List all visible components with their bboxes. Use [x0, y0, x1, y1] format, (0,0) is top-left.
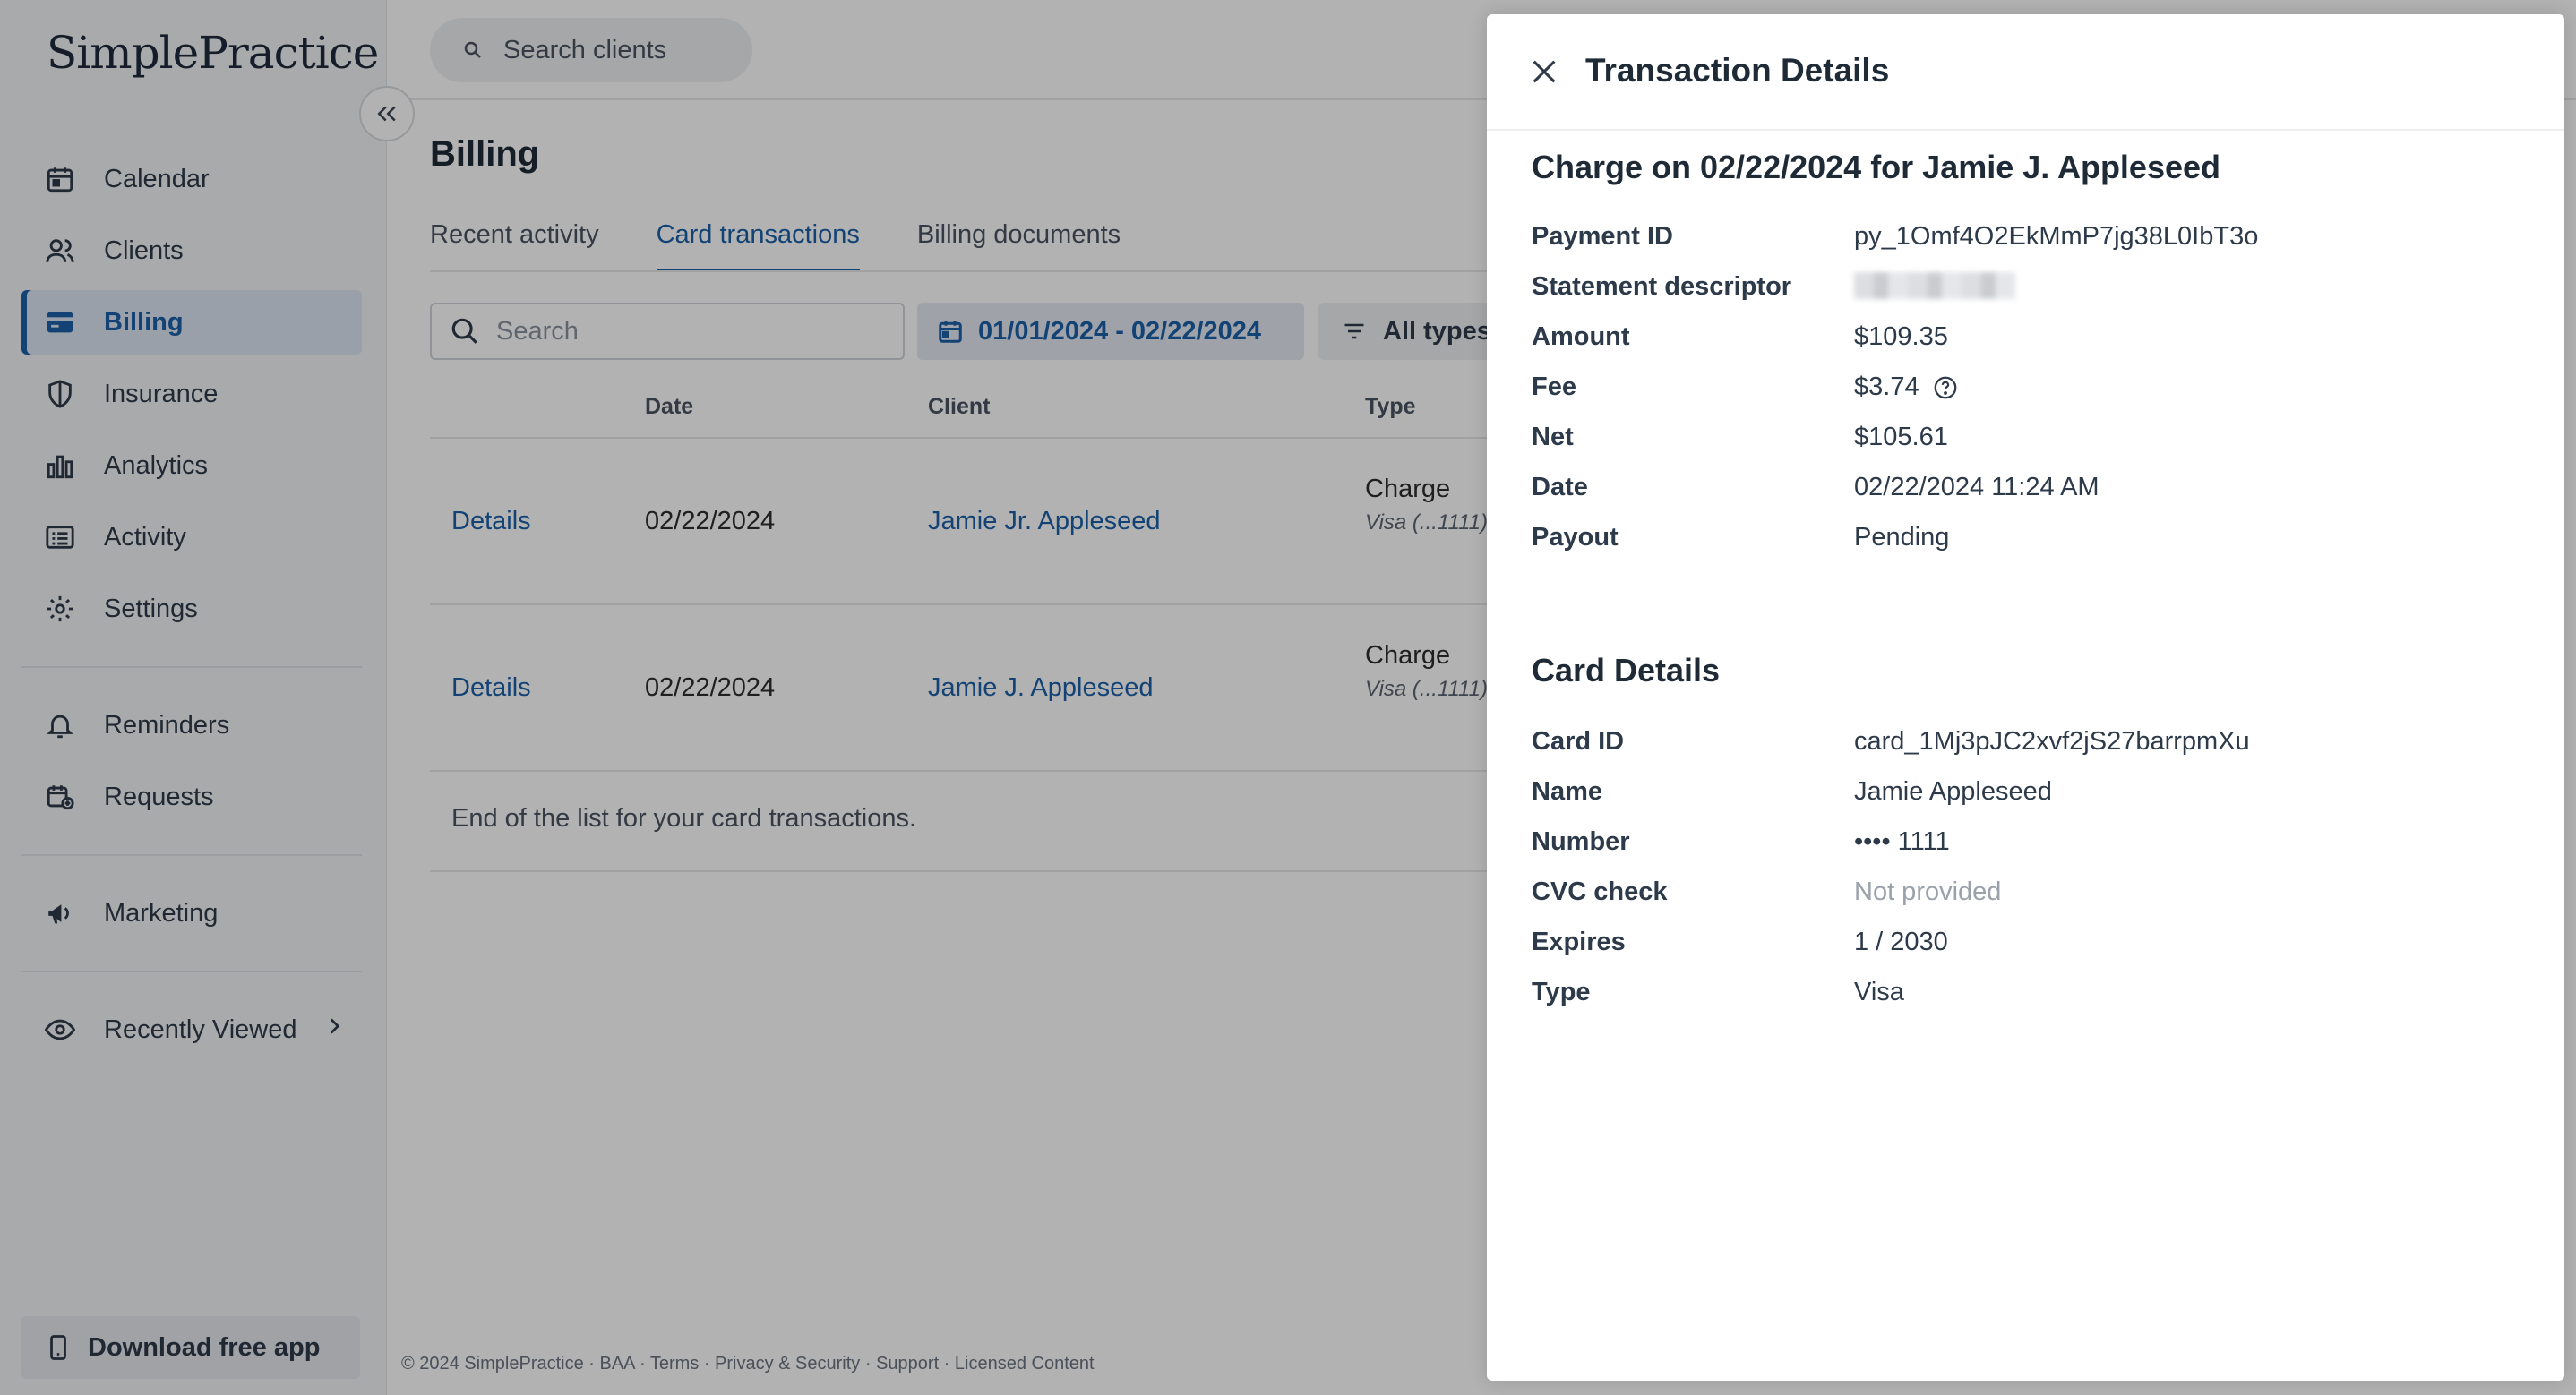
fee-value-wrap: $3.74 [1854, 372, 1959, 402]
net-value: $105.61 [1854, 423, 1948, 451]
card-name-value: Jamie Appleseed [1854, 777, 2052, 806]
drawer-header: Transaction Details [1487, 14, 2564, 131]
card-name-row: Name Jamie Appleseed [1532, 777, 2517, 827]
card-number-row: Number •••• 1111 [1532, 827, 2517, 877]
statement-descriptor-label: Statement descriptor [1532, 272, 1792, 301]
expires-label: Expires [1532, 928, 1626, 956]
fee-row: Fee $3.74 [1532, 372, 2517, 423]
payment-id-row: Payment ID py_1Omf4O2EkMmP7jg38L0IbT3o [1532, 222, 2517, 272]
close-icon [1533, 60, 1556, 83]
card-type-value: Visa [1854, 978, 1904, 1006]
expires-value: 1 / 2030 [1854, 928, 1948, 956]
charge-heading: Charge on 02/22/2024 for Jamie J. Apples… [1532, 149, 2221, 185]
cvc-check-label: CVC check [1532, 877, 1668, 906]
date-label: Date [1532, 473, 1588, 501]
amount-row: Amount $109.35 [1532, 322, 2517, 372]
statement-descriptor-row: Statement descriptor [1532, 272, 2517, 322]
amount-label: Amount [1532, 322, 1630, 351]
statement-descriptor-value [1854, 272, 2015, 299]
card-id-row: Card ID card_1Mj3pJC2xvf2jS27barrpmXu [1532, 727, 2517, 777]
redacted-text [1854, 272, 2015, 299]
drawer-title: Transaction Details [1585, 52, 1890, 89]
payout-label: Payout [1532, 523, 1619, 552]
transaction-details-drawer: Transaction Details Charge on 02/22/2024… [1487, 14, 2564, 1381]
net-label: Net [1532, 423, 1574, 451]
app-root: SimplePractice Calendar Clients Billing … [0, 0, 2576, 1395]
card-name-label: Name [1532, 777, 1602, 806]
card-type-row: Type Visa [1532, 978, 2517, 1028]
fee-label: Fee [1532, 372, 1576, 401]
payout-row: Payout Pending [1532, 523, 2517, 573]
payment-id-label: Payment ID [1532, 222, 1673, 251]
close-button[interactable] [1526, 54, 1562, 90]
date-row: Date 02/22/2024 11:24 AM [1532, 473, 2517, 523]
amount-value: $109.35 [1854, 322, 1948, 351]
card-number-label: Number [1532, 827, 1630, 856]
net-row: Net $105.61 [1532, 423, 2517, 473]
card-details-heading: Card Details [1532, 652, 1721, 689]
card-id-label: Card ID [1532, 727, 1625, 756]
card-number-value: •••• 1111 [1854, 827, 1950, 856]
cvc-check-value: Not provided [1854, 877, 2002, 906]
fee-value: $3.74 [1854, 372, 1919, 401]
help-icon[interactable] [1932, 374, 1959, 401]
expires-row: Expires 1 / 2030 [1532, 928, 2517, 978]
payment-id-value: py_1Omf4O2EkMmP7jg38L0IbT3o [1854, 222, 2259, 251]
cvc-check-row: CVC check Not provided [1532, 877, 2517, 928]
card-id-value: card_1Mj3pJC2xvf2jS27barrpmXu [1854, 727, 2250, 756]
card-type-label: Type [1532, 978, 1591, 1006]
payout-value: Pending [1854, 523, 1950, 552]
date-value: 02/22/2024 11:24 AM [1854, 473, 2099, 501]
